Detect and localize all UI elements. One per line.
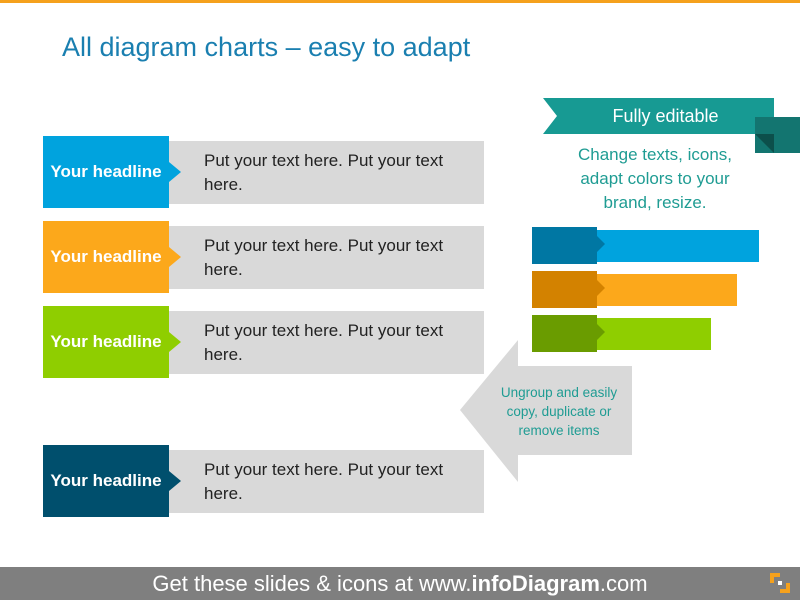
row-text: Put your text here. Put your text here.: [169, 311, 484, 374]
row-headline: Your headline: [43, 136, 169, 208]
fully-editable-ribbon: Fully editable: [543, 98, 774, 134]
logo-icon: [768, 571, 792, 595]
bar-dark: [532, 271, 597, 308]
bar-light: [597, 318, 711, 350]
row-text: Put your text here. Put your text here.: [169, 450, 484, 513]
bar-dark: [532, 315, 597, 352]
footer-banner[interactable]: Get these slides & icons at www.infoDiag…: [0, 567, 800, 600]
row-arrow-notch: [169, 332, 181, 352]
footer-brand: infoDiagram: [471, 571, 600, 596]
arrow-text: Ungroup and easily copy, duplicate or re…: [500, 385, 618, 438]
row-text: Put your text here. Put your text here.: [169, 141, 484, 204]
footer-prefix: Get these slides & icons at www.: [152, 571, 472, 596]
row-headline: Your headline: [43, 221, 169, 293]
row-arrow-notch: [169, 162, 181, 182]
bar-notch: [597, 324, 605, 340]
change-text: Change texts, icons, adapt colors to you…: [577, 145, 733, 212]
bar-light: [597, 230, 759, 262]
row-arrow-notch: [169, 247, 181, 267]
bar-dark: [532, 227, 597, 264]
bar-notch: [597, 236, 605, 252]
page-title: All diagram charts – easy to adapt: [62, 32, 471, 62]
bar-light: [597, 274, 737, 306]
row-headline: Your headline: [43, 306, 169, 378]
row-headline: Your headline: [43, 445, 169, 517]
bar-notch: [597, 280, 605, 296]
row-text: Put your text here. Put your text here.: [169, 226, 484, 289]
row-arrow-notch: [169, 471, 181, 491]
footer-suffix: .com: [599, 571, 648, 596]
ribbon-fold-shadow: [755, 134, 774, 153]
top-accent-line: [0, 0, 800, 3]
